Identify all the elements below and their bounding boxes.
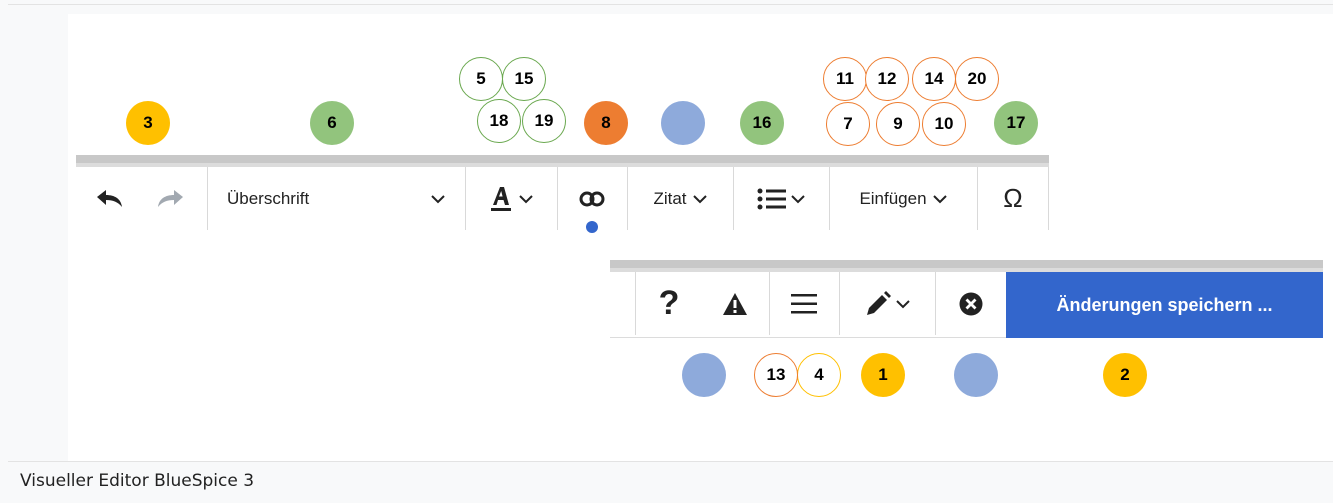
- marker-19: 19: [522, 99, 566, 143]
- chevron-down-icon: [519, 194, 533, 203]
- toolbar-top-border: [610, 260, 1323, 272]
- undo-icon: [97, 189, 122, 207]
- marker-9: 9: [876, 102, 920, 146]
- pencil-icon: [867, 290, 891, 315]
- marker-1: 1: [861, 353, 905, 397]
- special-character-button[interactable]: Ω: [978, 167, 1048, 230]
- redo-icon: [158, 189, 183, 207]
- separator: [1048, 167, 1049, 230]
- marker-blank-blue: [954, 353, 998, 397]
- save-changes-label: Änderungen speichern ...: [1056, 294, 1273, 315]
- chevron-down-icon: [896, 299, 910, 308]
- undo-button[interactable]: [92, 167, 128, 230]
- marker-3: 3: [126, 101, 170, 145]
- marker-17: 17: [994, 101, 1038, 145]
- insert-dropdown-label: Einfügen: [859, 188, 927, 208]
- marker-13: 13: [754, 353, 798, 397]
- marker-6: 6: [310, 101, 354, 145]
- marker-blank-blue: [682, 353, 726, 397]
- text-style-dropdown[interactable]: [466, 167, 556, 230]
- figure-caption: Visueller Editor BlueSpice 3: [20, 471, 255, 491]
- redo-button[interactable]: [152, 167, 188, 230]
- insert-dropdown[interactable]: Einfügen: [830, 167, 976, 230]
- notices-button[interactable]: [702, 272, 768, 335]
- warning-icon: [723, 292, 747, 315]
- close-icon: [959, 292, 983, 315]
- link-indicator-dot: [586, 221, 598, 233]
- heading-dropdown[interactable]: Überschrift: [208, 167, 464, 230]
- edit-mode-dropdown[interactable]: [840, 272, 934, 335]
- page-options-button[interactable]: [770, 272, 838, 335]
- bullet-list-icon: [757, 188, 786, 209]
- marker-16: 16: [740, 101, 784, 145]
- marker-5: 5: [459, 57, 503, 101]
- marker-11: 11: [823, 57, 867, 101]
- marker-18: 18: [477, 99, 521, 143]
- help-icon: ?: [658, 284, 680, 322]
- cite-dropdown[interactable]: Zitat: [628, 167, 732, 230]
- marker-4: 4: [797, 353, 841, 397]
- chevron-down-icon: [692, 194, 707, 203]
- marker-2: 2: [1103, 353, 1147, 397]
- save-changes-button[interactable]: Änderungen speichern ...: [1006, 272, 1323, 338]
- marker-12: 12: [865, 57, 909, 101]
- marker-7: 7: [826, 102, 870, 146]
- heading-dropdown-label: Überschrift: [227, 188, 310, 208]
- cancel-button[interactable]: [936, 272, 1006, 335]
- marker-10: 10: [922, 102, 966, 146]
- actions-toolbar: ? Änderungen speichern ...: [610, 260, 1323, 338]
- chevron-down-icon: [932, 194, 947, 203]
- chevron-down-icon: [791, 194, 805, 203]
- help-button[interactable]: ?: [636, 272, 702, 335]
- marker-15: 15: [502, 57, 546, 101]
- marker-14: 14: [912, 57, 956, 101]
- chevron-down-icon: [431, 194, 445, 203]
- text-style-icon: [491, 186, 511, 211]
- omega-icon: Ω: [1003, 183, 1023, 213]
- toolbar-top-border: [76, 155, 1049, 167]
- list-dropdown[interactable]: [734, 167, 828, 230]
- menu-icon: [791, 293, 817, 313]
- cite-dropdown-label: Zitat: [653, 188, 687, 208]
- editor-toolbar: Überschrift Zitat Einfügen Ω: [76, 155, 1049, 233]
- marker-8: 8: [584, 101, 628, 145]
- marker-20: 20: [955, 57, 999, 101]
- marker-blank-blue: [661, 101, 705, 145]
- link-icon: [579, 191, 605, 206]
